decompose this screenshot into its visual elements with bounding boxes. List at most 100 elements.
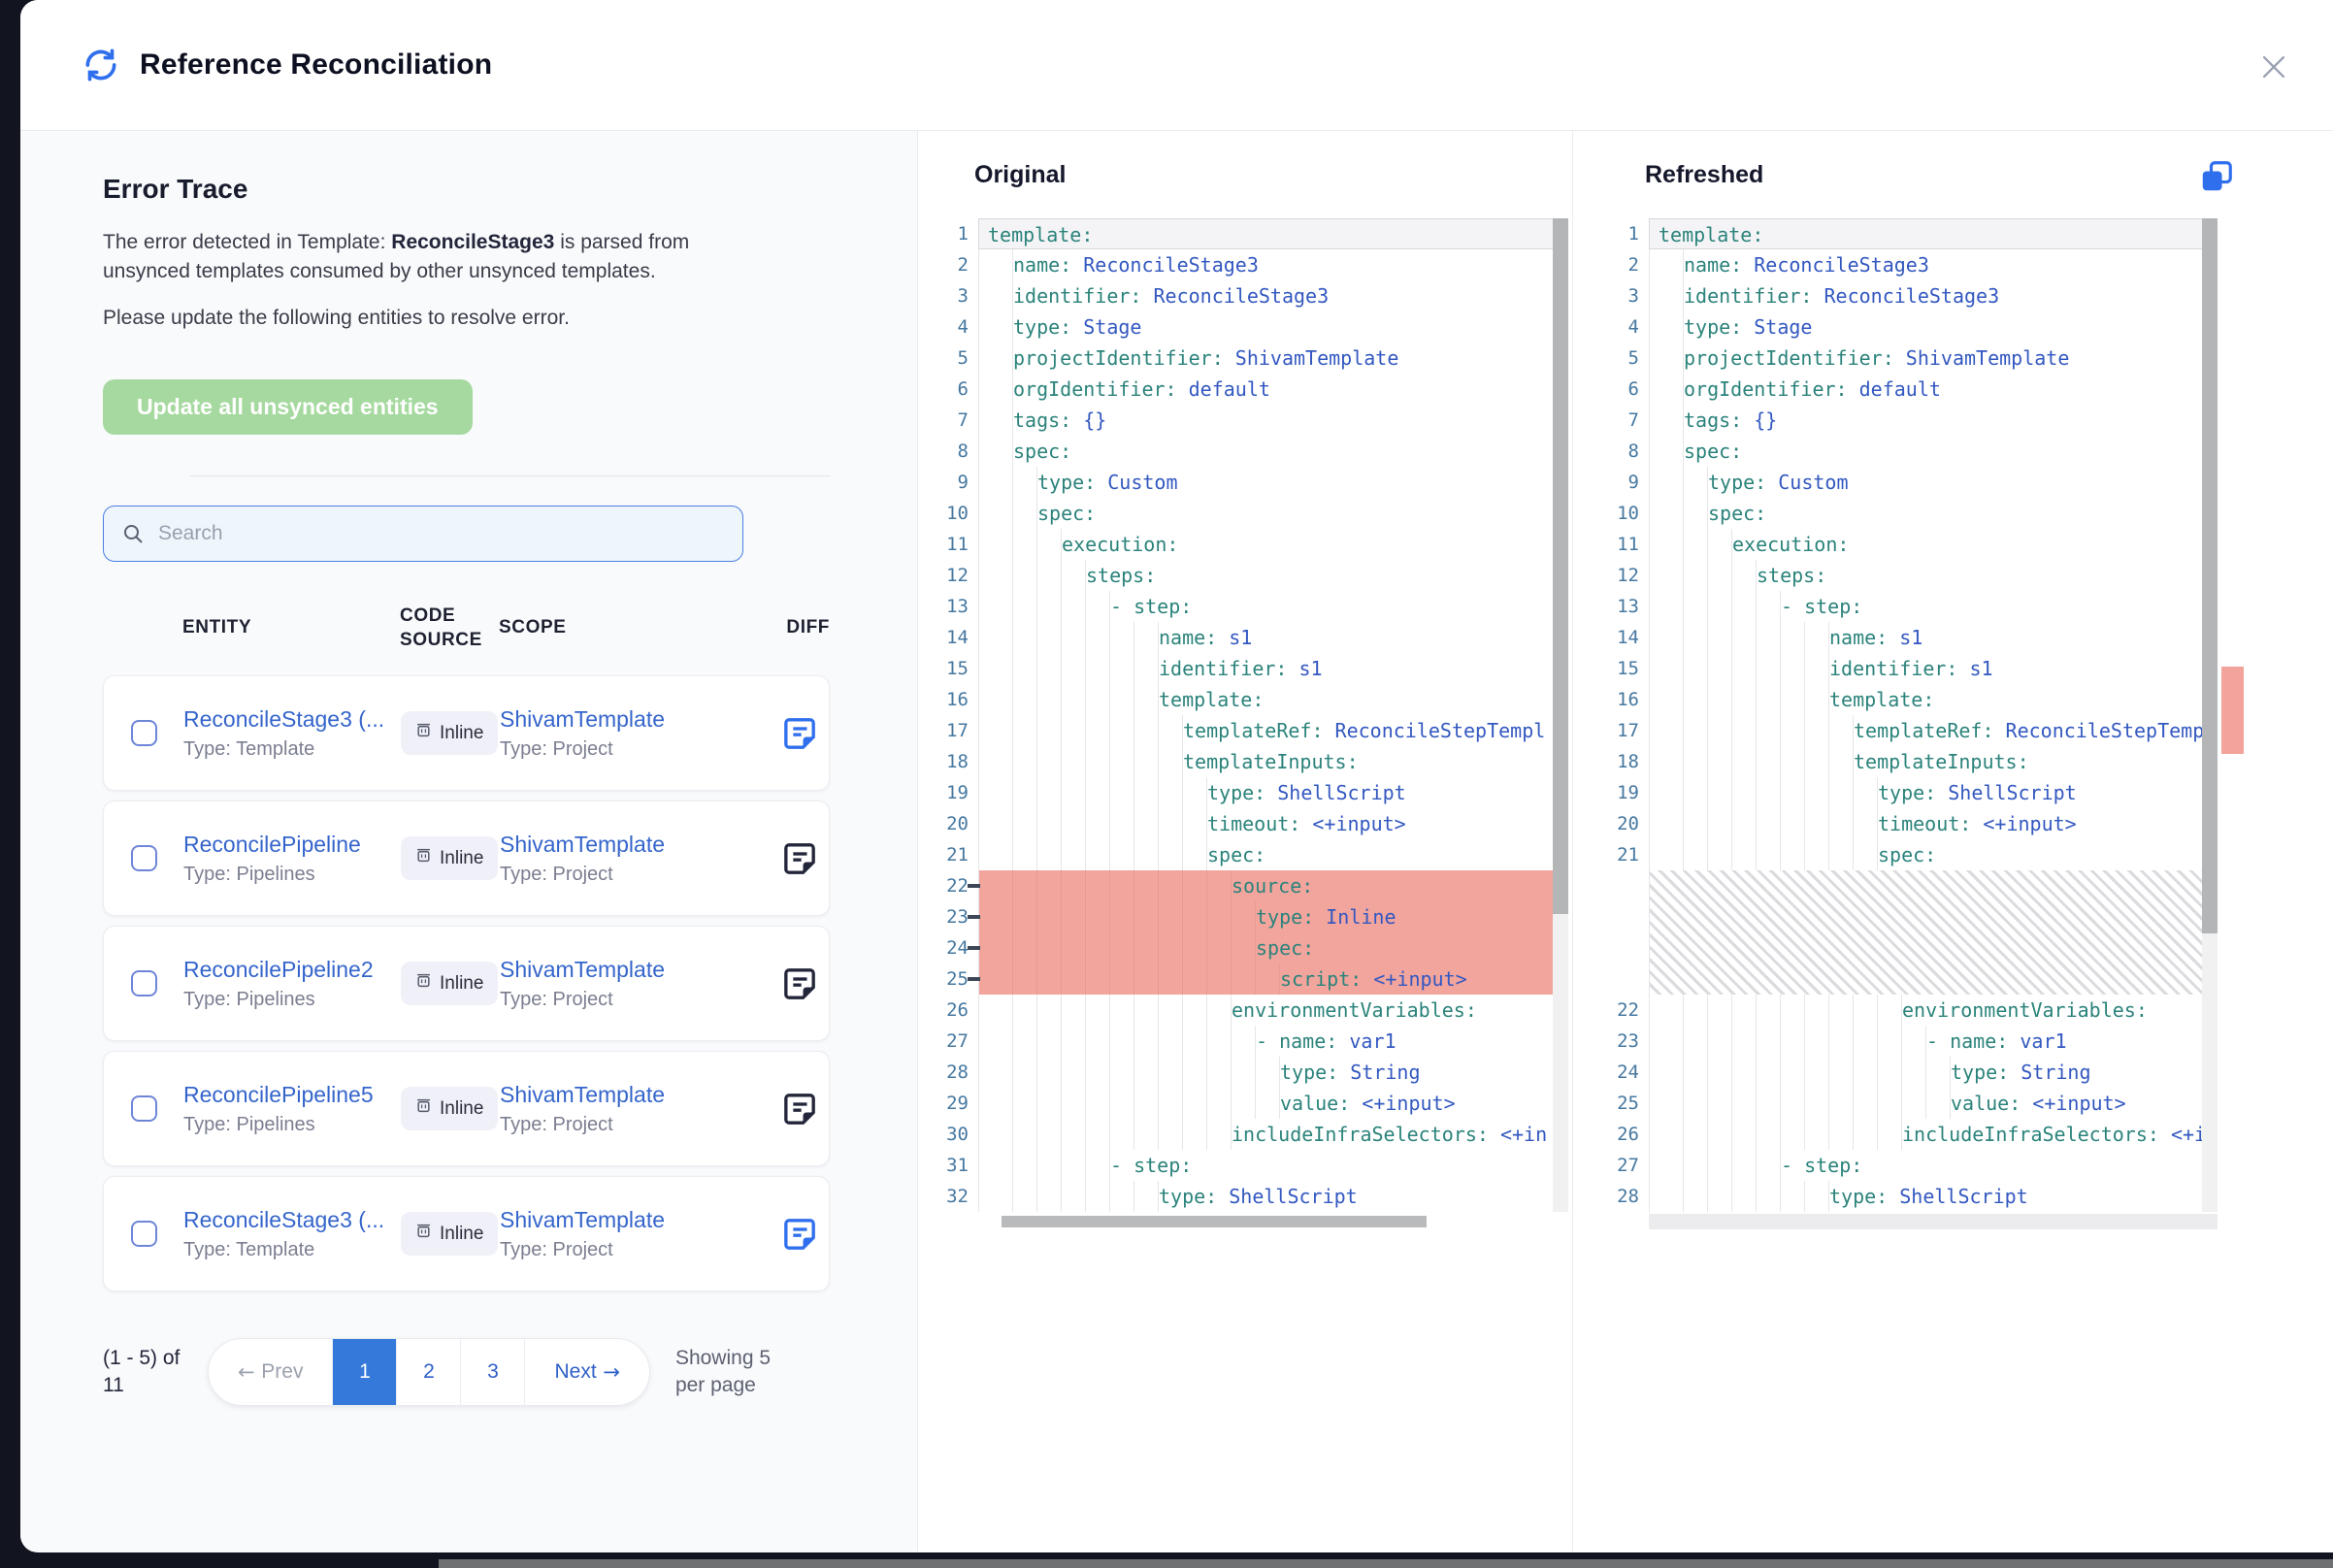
entity-list: ReconcileStage3 (...Type: TemplateInline…: [103, 675, 830, 1291]
code-line: 8spec:: [1602, 436, 2218, 467]
line-number: 15: [932, 653, 978, 684]
vertical-scrollbar-thumb[interactable]: [2202, 218, 2218, 933]
line-number: 1: [1602, 218, 1649, 249]
copy-button[interactable]: [2198, 158, 2235, 195]
line-number: 26: [932, 995, 978, 1026]
close-button[interactable]: [2255, 49, 2292, 85]
column-header-code-source: CODE SOURCE: [400, 604, 483, 652]
code-line: 20timeout: <+input>: [932, 808, 1568, 839]
row-checkbox[interactable]: [131, 970, 157, 996]
search-input[interactable]: [156, 521, 725, 546]
page-button-1[interactable]: 1: [333, 1339, 397, 1405]
code-line: 12steps:: [1602, 560, 2218, 591]
line-number: 28: [932, 1057, 978, 1088]
row-checkbox[interactable]: [131, 845, 157, 871]
entity-link[interactable]: ReconcilePipeline2: [183, 957, 401, 983]
original-panel: Original 1template:2name: ReconcileStage…: [918, 131, 1573, 1552]
code-line: 23type: Inline: [932, 901, 1568, 932]
page-button-3[interactable]: 3: [461, 1339, 525, 1405]
code-line: 7tags: {}: [932, 405, 1568, 436]
screen: Reference Reconciliation Error Trace The…: [0, 0, 2333, 1568]
line-number: 9: [932, 467, 978, 498]
code-line: 8spec:: [932, 436, 1568, 467]
code-line: 5projectIdentifier: ShivamTemplate: [932, 343, 1568, 374]
line-number: 28: [1602, 1181, 1649, 1212]
entity-link[interactable]: ReconcileStage3 (...: [183, 706, 401, 733]
pagination-range-label: (1 - 5) of 11: [103, 1345, 182, 1400]
code-line: 25script: <+input>: [932, 964, 1568, 995]
line-number: 12: [1602, 560, 1649, 591]
column-header-scope: SCOPE: [499, 616, 772, 640]
line-number: 14: [1602, 622, 1649, 653]
error-instruction: Please update the following entities to …: [103, 307, 777, 330]
code-line: 1template:: [932, 218, 1568, 249]
line-number: 21: [1602, 839, 1649, 870]
code-source-badge: Inline: [401, 711, 498, 755]
row-checkbox[interactable]: [131, 1095, 157, 1122]
code-line: 5projectIdentifier: ShivamTemplate: [1602, 343, 2218, 374]
pagination-controls: ← Prev 1 2 3 Next →: [208, 1338, 650, 1406]
pagination: (1 - 5) of 11 ← Prev 1 2 3 Next → Showin…: [103, 1338, 860, 1406]
line-number: 14: [932, 622, 978, 653]
entity-row: ReconcilePipeline2 Type: PipelinesInlineS…: [103, 926, 830, 1041]
entity-row: ReconcileStage3 (...Type: TemplateInline…: [103, 1176, 830, 1291]
line-number: 4: [1602, 311, 1649, 343]
line-number: 7: [1602, 405, 1649, 436]
row-checkbox[interactable]: [131, 1221, 157, 1247]
removed-line-marker: [968, 946, 980, 950]
code-line: 27- step:: [1602, 1150, 2218, 1181]
code-line: 19type: ShellScript: [932, 777, 1568, 808]
diff-document-icon[interactable]: [780, 714, 819, 753]
line-number: 2: [1602, 249, 1649, 280]
horizontal-scrollbar-thumb[interactable]: [439, 1559, 2333, 1568]
diff-document-icon[interactable]: [780, 839, 819, 878]
scope-link[interactable]: ShivamTemplate: [500, 957, 772, 983]
code-line: 18templateInputs:: [1602, 746, 2218, 777]
code-line: 3identifier: ReconcileStage3: [1602, 280, 2218, 311]
code-line: 2name: ReconcileStage3: [932, 249, 1568, 280]
line-number: 23: [932, 901, 978, 932]
prev-page-button[interactable]: ← Prev: [209, 1339, 333, 1405]
scope-link[interactable]: ShivamTemplate: [500, 832, 772, 858]
update-all-unsynced-entities-button[interactable]: Update all unsynced entities: [103, 379, 473, 435]
line-number: 23: [1602, 1026, 1649, 1057]
code-source-badge: Inline: [401, 1212, 498, 1256]
close-icon: [2257, 50, 2290, 83]
vertical-scrollbar[interactable]: [1553, 218, 1568, 1212]
line-number: 2: [932, 249, 978, 280]
dialog-header: Reference Reconciliation: [20, 0, 2333, 131]
code-line: 28type: ShellScript: [1602, 1181, 2218, 1212]
vertical-scrollbar-thumb[interactable]: [1553, 218, 1568, 914]
scope-link[interactable]: ShivamTemplate: [500, 1207, 772, 1233]
entity-type-label: Type: Pipelines: [183, 989, 401, 1011]
entity-link[interactable]: ReconcilePipeline5: [183, 1082, 401, 1108]
code-source-badge: Inline: [401, 836, 498, 880]
arrow-left-icon: ←: [238, 1360, 261, 1384]
code-line: 18templateInputs:: [932, 746, 1568, 777]
horizontal-scrollbar[interactable]: [978, 1214, 1568, 1229]
diff-document-icon[interactable]: [780, 1090, 819, 1128]
line-number: 7: [932, 405, 978, 436]
vertical-scrollbar[interactable]: [2202, 218, 2218, 1212]
diff-document-icon[interactable]: [780, 1215, 819, 1254]
line-number: 13: [932, 591, 978, 622]
line-number: 8: [932, 436, 978, 467]
divider: [190, 475, 831, 476]
code-source-badge: Inline: [401, 962, 498, 1005]
row-checkbox[interactable]: [131, 720, 157, 746]
page-button-2[interactable]: 2: [397, 1339, 461, 1405]
scope-link[interactable]: ShivamTemplate: [500, 1082, 772, 1108]
diff-document-icon[interactable]: [780, 964, 819, 1003]
original-code: 1template:2name: ReconcileStage33identif…: [932, 218, 1568, 1229]
code-line: 25value: <+input>: [1602, 1088, 2218, 1119]
code-line: 26environmentVariables:: [932, 995, 1568, 1026]
line-number: 32: [932, 1181, 978, 1212]
refreshed-panel-title: Refreshed: [1602, 131, 2218, 218]
entity-link[interactable]: ReconcilePipeline: [183, 832, 401, 858]
horizontal-scrollbar-thumb[interactable]: [1002, 1216, 1427, 1227]
horizontal-scrollbar[interactable]: [1649, 1214, 2218, 1229]
entity-link[interactable]: ReconcileStage3 (...: [183, 1207, 401, 1233]
line-number: 11: [932, 529, 978, 560]
scope-link[interactable]: ShivamTemplate: [500, 706, 772, 733]
next-page-button[interactable]: Next →: [525, 1339, 648, 1405]
